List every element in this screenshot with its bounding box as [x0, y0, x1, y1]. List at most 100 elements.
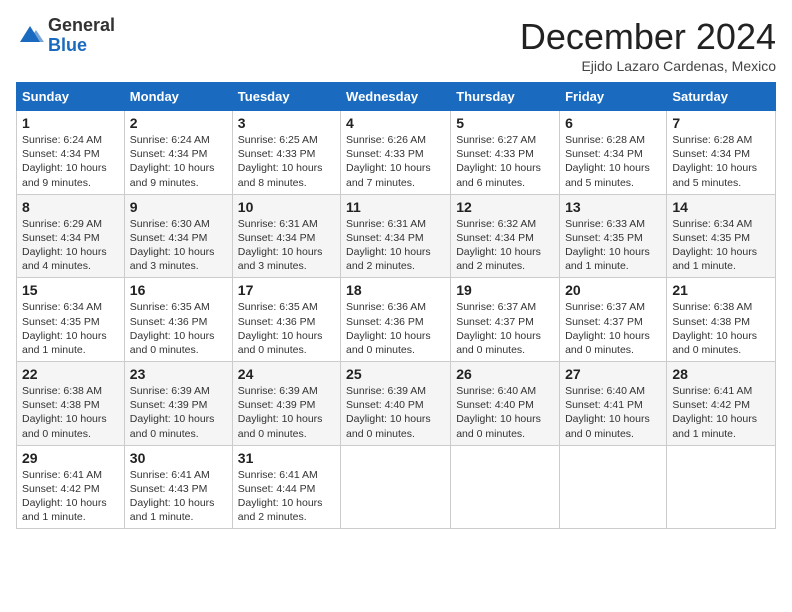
day-info: Sunrise: 6:38 AMSunset: 4:38 PMDaylight:… [672, 300, 770, 357]
calendar-cell [451, 445, 560, 529]
calendar-cell: 14 Sunrise: 6:34 AMSunset: 4:35 PMDayligh… [667, 194, 776, 278]
calendar-cell [560, 445, 667, 529]
calendar-week-row: 22 Sunrise: 6:38 AMSunset: 4:38 PMDayligh… [17, 362, 776, 446]
day-info: Sunrise: 6:39 AMSunset: 4:39 PMDaylight:… [238, 384, 335, 441]
calendar-cell: 24Sunrise: 6:39 AMSunset: 4:39 PMDayligh… [232, 362, 340, 446]
day-info: Sunrise: 6:36 AMSunset: 4:36 PMDaylight:… [346, 300, 445, 357]
header: General Blue December 2024 Ejido Lazaro … [16, 16, 776, 74]
day-info: Sunrise: 6:28 AMSunset: 4:34 PMDaylight:… [672, 133, 770, 190]
calendar-cell: 25Sunrise: 6:39 AMSunset: 4:40 PMDayligh… [341, 362, 451, 446]
calendar-cell: 8Sunrise: 6:29 AMSunset: 4:34 PMDaylight… [17, 194, 125, 278]
logo: General Blue [16, 16, 115, 56]
day-info: Sunrise: 6:37 AMSunset: 4:37 PMDaylight:… [565, 300, 661, 357]
location-subtitle: Ejido Lazaro Cardenas, Mexico [520, 58, 776, 74]
calendar-week-row: 29 Sunrise: 6:41 AMSunset: 4:42 PMDayligh… [17, 445, 776, 529]
calendar-cell: 11 Sunrise: 6:31 AMSunset: 4:34 PMDayligh… [341, 194, 451, 278]
calendar-cell: 2Sunrise: 6:24 AMSunset: 4:34 PMDaylight… [124, 111, 232, 195]
day-number: 2 [130, 115, 227, 131]
day-number: 11 [346, 199, 445, 215]
day-number: 26 [456, 366, 554, 382]
calendar-cell: 26 Sunrise: 6:40 AMSunset: 4:40 PMDayligh… [451, 362, 560, 446]
calendar-cell: 3 Sunrise: 6:25 AMSunset: 4:33 PMDaylight… [232, 111, 340, 195]
calendar-cell: 27 Sunrise: 6:40 AMSunset: 4:41 PMDayligh… [560, 362, 667, 446]
calendar-cell: 12Sunrise: 6:32 AMSunset: 4:34 PMDayligh… [451, 194, 560, 278]
calendar-table: SundayMondayTuesdayWednesdayThursdayFrid… [16, 82, 776, 529]
day-info: Sunrise: 6:27 AMSunset: 4:33 PMDaylight:… [456, 133, 554, 190]
day-of-week-header: Thursday [451, 83, 560, 111]
calendar-cell [667, 445, 776, 529]
calendar-cell: 31Sunrise: 6:41 AMSunset: 4:44 PMDayligh… [232, 445, 340, 529]
calendar-cell [341, 445, 451, 529]
day-number: 28 [672, 366, 770, 382]
day-number: 21 [672, 282, 770, 298]
day-of-week-header: Wednesday [341, 83, 451, 111]
day-number: 25 [346, 366, 445, 382]
day-info: Sunrise: 6:31 AMSunset: 4:34 PMDaylight:… [238, 217, 335, 274]
logo-text: General Blue [48, 16, 115, 56]
calendar-body: 1Sunrise: 6:24 AMSunset: 4:34 PMDaylight… [17, 111, 776, 529]
day-number: 3 [238, 115, 335, 131]
day-number: 6 [565, 115, 661, 131]
calendar-cell: 6 Sunrise: 6:28 AMSunset: 4:34 PMDaylight… [560, 111, 667, 195]
calendar-cell: 4Sunrise: 6:26 AMSunset: 4:33 PMDaylight… [341, 111, 451, 195]
day-number: 7 [672, 115, 770, 131]
day-info: Sunrise: 6:40 AMSunset: 4:41 PMDaylight:… [565, 384, 661, 441]
day-of-week-header: Tuesday [232, 83, 340, 111]
day-info: Sunrise: 6:33 AMSunset: 4:35 PMDaylight:… [565, 217, 661, 274]
day-number: 13 [565, 199, 661, 215]
calendar-cell: 7 Sunrise: 6:28 AMSunset: 4:34 PMDaylight… [667, 111, 776, 195]
day-number: 30 [130, 450, 227, 466]
day-info: Sunrise: 6:41 AMSunset: 4:42 PMDaylight:… [672, 384, 770, 441]
calendar-cell: 19 Sunrise: 6:37 AMSunset: 4:37 PMDayligh… [451, 278, 560, 362]
calendar-cell: 5Sunrise: 6:27 AMSunset: 4:33 PMDaylight… [451, 111, 560, 195]
calendar-cell: 10Sunrise: 6:31 AMSunset: 4:34 PMDayligh… [232, 194, 340, 278]
calendar-cell: 15 Sunrise: 6:34 AMSunset: 4:35 PMDayligh… [17, 278, 125, 362]
day-info: Sunrise: 6:37 AMSunset: 4:37 PMDaylight:… [456, 300, 554, 357]
calendar-cell: 22 Sunrise: 6:38 AMSunset: 4:38 PMDayligh… [17, 362, 125, 446]
day-of-week-header: Sunday [17, 83, 125, 111]
calendar-cell: 17 Sunrise: 6:35 AMSunset: 4:36 PMDayligh… [232, 278, 340, 362]
calendar-week-row: 15 Sunrise: 6:34 AMSunset: 4:35 PMDayligh… [17, 278, 776, 362]
day-info: Sunrise: 6:39 AMSunset: 4:39 PMDaylight:… [130, 384, 227, 441]
day-number: 8 [22, 199, 119, 215]
calendar-week-row: 8Sunrise: 6:29 AMSunset: 4:34 PMDaylight… [17, 194, 776, 278]
day-info: Sunrise: 6:41 AMSunset: 4:42 PMDaylight:… [22, 468, 119, 525]
logo-icon [16, 22, 44, 50]
calendar-cell: 9Sunrise: 6:30 AMSunset: 4:34 PMDaylight… [124, 194, 232, 278]
day-info: Sunrise: 6:28 AMSunset: 4:34 PMDaylight:… [565, 133, 661, 190]
calendar-cell: 18Sunrise: 6:36 AMSunset: 4:36 PMDayligh… [341, 278, 451, 362]
day-info: Sunrise: 6:35 AMSunset: 4:36 PMDaylight:… [238, 300, 335, 357]
day-number: 22 [22, 366, 119, 382]
calendar-cell: 1Sunrise: 6:24 AMSunset: 4:34 PMDaylight… [17, 111, 125, 195]
day-of-week-header: Saturday [667, 83, 776, 111]
day-number: 20 [565, 282, 661, 298]
day-number: 17 [238, 282, 335, 298]
day-number: 19 [456, 282, 554, 298]
calendar-cell: 30Sunrise: 6:41 AMSunset: 4:43 PMDayligh… [124, 445, 232, 529]
day-number: 9 [130, 199, 227, 215]
calendar-cell: 21 Sunrise: 6:38 AMSunset: 4:38 PMDayligh… [667, 278, 776, 362]
day-number: 29 [22, 450, 119, 466]
day-of-week-header: Monday [124, 83, 232, 111]
day-number: 31 [238, 450, 335, 466]
day-info: Sunrise: 6:40 AMSunset: 4:40 PMDaylight:… [456, 384, 554, 441]
month-title: December 2024 [520, 16, 776, 58]
day-info: Sunrise: 6:25 AMSunset: 4:33 PMDaylight:… [238, 133, 335, 190]
title-area: December 2024 Ejido Lazaro Cardenas, Mex… [520, 16, 776, 74]
day-info: Sunrise: 6:38 AMSunset: 4:38 PMDaylight:… [22, 384, 119, 441]
day-number: 4 [346, 115, 445, 131]
logo-general: General [48, 15, 115, 35]
day-number: 12 [456, 199, 554, 215]
day-number: 15 [22, 282, 119, 298]
day-number: 23 [130, 366, 227, 382]
day-info: Sunrise: 6:31 AMSunset: 4:34 PMDaylight:… [346, 217, 445, 274]
day-number: 16 [130, 282, 227, 298]
day-info: Sunrise: 6:34 AMSunset: 4:35 PMDaylight:… [672, 217, 770, 274]
day-info: Sunrise: 6:35 AMSunset: 4:36 PMDaylight:… [130, 300, 227, 357]
day-info: Sunrise: 6:34 AMSunset: 4:35 PMDaylight:… [22, 300, 119, 357]
calendar-week-row: 1Sunrise: 6:24 AMSunset: 4:34 PMDaylight… [17, 111, 776, 195]
day-number: 14 [672, 199, 770, 215]
calendar-cell: 28 Sunrise: 6:41 AMSunset: 4:42 PMDayligh… [667, 362, 776, 446]
day-number: 1 [22, 115, 119, 131]
day-number: 27 [565, 366, 661, 382]
